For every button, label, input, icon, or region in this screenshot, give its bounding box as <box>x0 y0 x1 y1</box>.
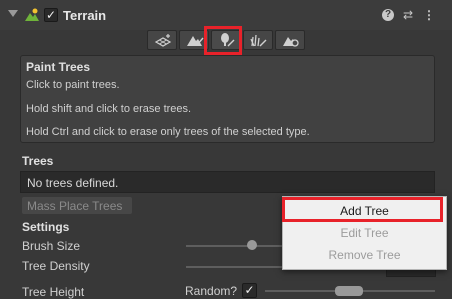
terrain-settings-button[interactable] <box>275 30 305 50</box>
random-checkbox[interactable]: ✓ <box>242 283 257 298</box>
mountain-gear-icon <box>283 37 299 47</box>
random-label: Random? <box>185 284 238 298</box>
component-enabled-checkbox[interactable]: ✓ <box>44 8 58 22</box>
grass-brush-icon <box>250 34 267 47</box>
help-line-click: Click to paint trees. <box>26 79 120 91</box>
help-line-shift: Hold shift and click to erase trees. <box>26 103 192 115</box>
brush-size-slider-thumb[interactable] <box>247 240 257 250</box>
help-line-ctrl: Hold Ctrl and click to erase only trees … <box>26 126 310 138</box>
brush-size-slider-track[interactable] <box>186 245 286 247</box>
trees-list[interactable]: No trees defined. <box>20 171 435 193</box>
tree-height-label: Tree Height <box>22 285 85 299</box>
tree-height-range-thumb[interactable] <box>335 286 363 296</box>
add-tree-highlight <box>282 197 443 222</box>
brush-size-label: Brush Size <box>22 239 81 253</box>
foldout-arrow-icon[interactable] <box>8 10 18 17</box>
trees-empty-text: No trees defined. <box>27 176 119 190</box>
more-options-icon[interactable]: ⋮ <box>422 8 436 22</box>
terrain-icon <box>25 8 39 21</box>
grid-plus-icon <box>154 34 172 47</box>
help-icon[interactable]: ? <box>382 9 394 21</box>
settings-section-label: Settings <box>22 220 70 234</box>
tree-density-slider-track[interactable] <box>186 266 286 268</box>
component-title: Terrain <box>63 8 107 23</box>
mountain-brush-icon <box>187 36 204 46</box>
trees-section-label: Trees <box>22 154 54 168</box>
paint-details-button[interactable] <box>243 30 273 50</box>
menu-item-remove-tree: Remove Tree <box>328 248 401 262</box>
tool-title: Paint Trees <box>26 60 91 74</box>
active-tool-highlight <box>204 26 242 55</box>
mass-place-trees-button[interactable]: Mass Place Trees <box>22 197 132 214</box>
tool-help-box: Paint Trees Click to paint trees. Hold s… <box>20 55 435 143</box>
preset-icon[interactable]: ⇄ <box>401 8 415 22</box>
tree-density-label: Tree Density <box>22 259 90 273</box>
mass-place-trees-label: Mass Place Trees <box>27 199 123 213</box>
menu-item-edit-tree: Edit Tree <box>340 226 389 240</box>
create-neighbor-terrains-button[interactable] <box>147 30 177 50</box>
